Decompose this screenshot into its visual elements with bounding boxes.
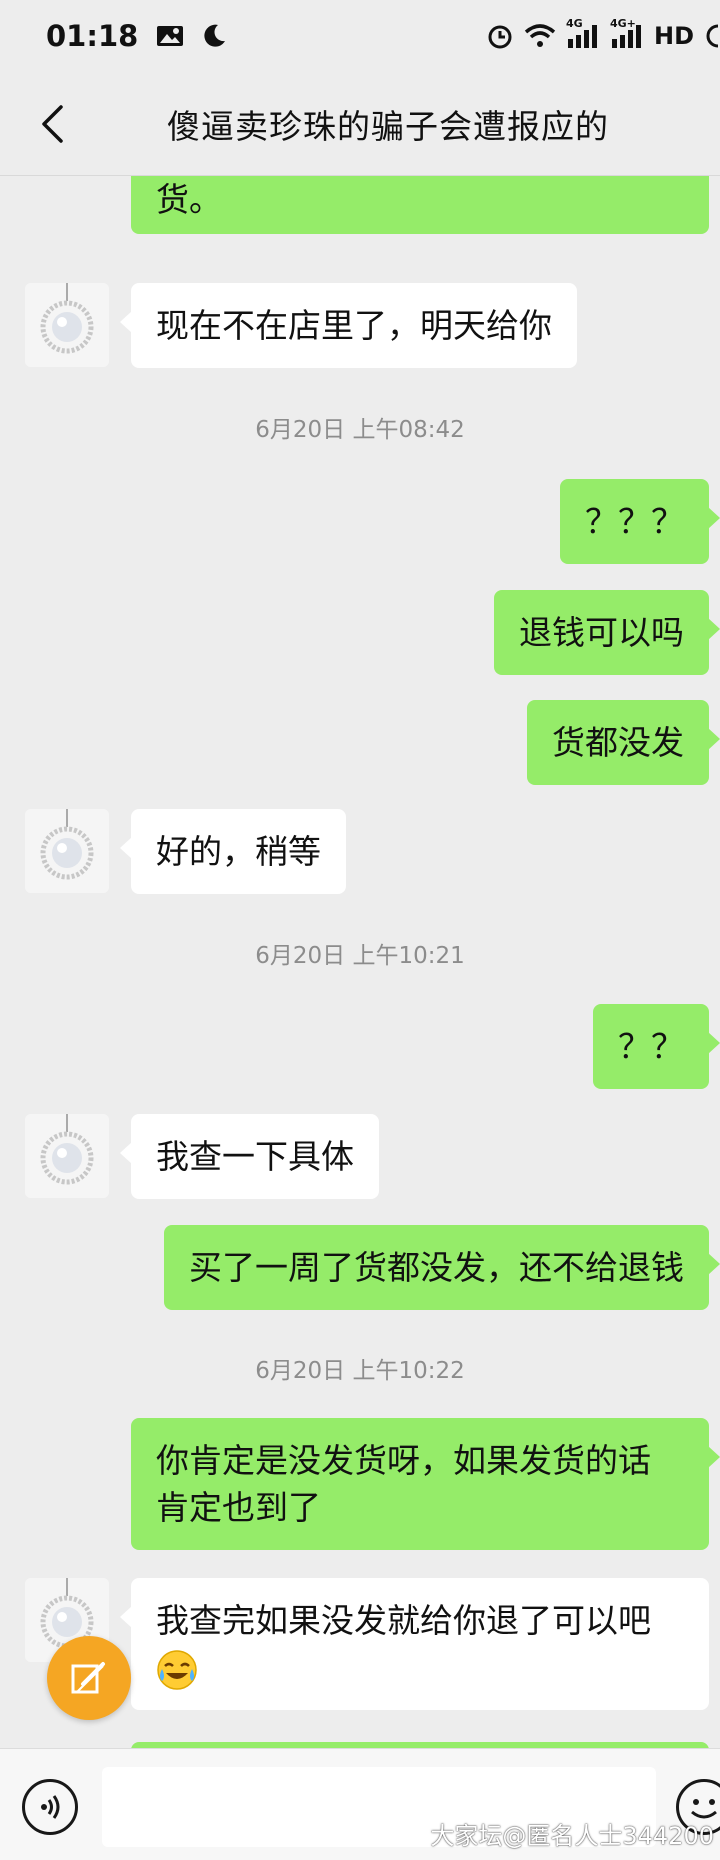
chevron-left-icon: [42, 105, 63, 143]
message-self[interactable]: 买了一周了货都没发，还不给退钱: [164, 1225, 720, 1310]
message-text: 买了一周了货都没发，还不给退钱: [189, 1248, 684, 1287]
moon-icon: [202, 23, 226, 49]
chat-area[interactable]: 货。 现在不在店里了，明天给你 6月20日 上午08:42 ？？？ 退钱可以吗 …: [0, 176, 720, 1748]
avatar[interactable]: [25, 1114, 109, 1198]
message-other[interactable]: 好的，稍等: [120, 809, 346, 894]
voice-button[interactable]: [22, 1779, 78, 1835]
message-text-line: 你肯定是没发货呀，如果发货的话: [156, 1441, 651, 1480]
chat-header: 傻逼卖珍珠的骗子会遭报应的: [0, 72, 720, 176]
message-other[interactable]: 我查一下具体: [120, 1114, 379, 1199]
timestamp: 6月20日 上午10:21: [255, 943, 465, 969]
watermark: 大家坛@匿名人士344200: [430, 1822, 714, 1850]
message-self[interactable]: 货都没发: [527, 700, 720, 785]
pearl-pendant-icon: [25, 283, 109, 367]
wifi-icon: [524, 23, 556, 49]
message-text: 好的，稍等: [156, 832, 321, 871]
message-text: 退钱可以吗: [519, 613, 684, 652]
message-self[interactable]: 货。: [131, 176, 709, 234]
back-button[interactable]: [22, 94, 82, 154]
message-text: 货。: [156, 180, 222, 219]
pearl-pendant-icon: [25, 1114, 109, 1198]
status-time: 01:18: [46, 19, 139, 53]
alarm-icon: [486, 22, 514, 50]
avatar[interactable]: [25, 809, 109, 893]
chat-title: 傻逼卖珍珠的骗子会遭报应的: [167, 106, 609, 146]
message-self[interactable]: 你肯定是没发货呀，如果发货的话 肯定也到了: [131, 1418, 720, 1550]
timestamp: 6月20日 上午10:22: [255, 1358, 465, 1384]
message-text: ？？？: [585, 502, 684, 541]
voice-icon: [41, 1795, 60, 1819]
message-text: 现在不在店里了，明天给你: [156, 306, 552, 345]
message-self[interactable]: ？？？: [560, 479, 720, 564]
edit-fab-button[interactable]: [47, 1636, 131, 1720]
signal-icon-1: 4G: [566, 17, 600, 49]
message-self[interactable]: 退钱可以吗: [494, 590, 720, 675]
network-label-1: 4G: [565, 17, 583, 30]
message-text: ？？: [618, 1027, 684, 1066]
status-bar: 01:18 4G 4G+ HD: [0, 0, 720, 72]
gallery-notification-icon: [156, 24, 184, 48]
pearl-pendant-icon: [25, 809, 109, 893]
battery-icon: [704, 22, 718, 50]
message-other[interactable]: 我查完如果没发就给你退了可以吧: [120, 1578, 709, 1710]
laugh-cry-emoji-icon: [156, 1644, 684, 1691]
message-text-line: 肯定也到了: [156, 1488, 321, 1527]
edit-icon: [71, 1662, 105, 1694]
network-label-2: 4G+: [609, 17, 636, 30]
message-other[interactable]: 现在不在店里了，明天给你: [120, 283, 577, 368]
hd-label: HD: [653, 22, 694, 50]
message-self[interactable]: ？？: [593, 1004, 720, 1089]
avatar[interactable]: [25, 283, 109, 367]
signal-icon-2: 4G+: [610, 17, 644, 49]
timestamp: 6月20日 上午08:42: [255, 417, 465, 443]
message-text: 我查一下具体: [156, 1137, 354, 1176]
message-text: 货都没发: [552, 723, 684, 762]
message-text-line: 我查完如果没发就给你退了可以吧: [156, 1601, 651, 1640]
